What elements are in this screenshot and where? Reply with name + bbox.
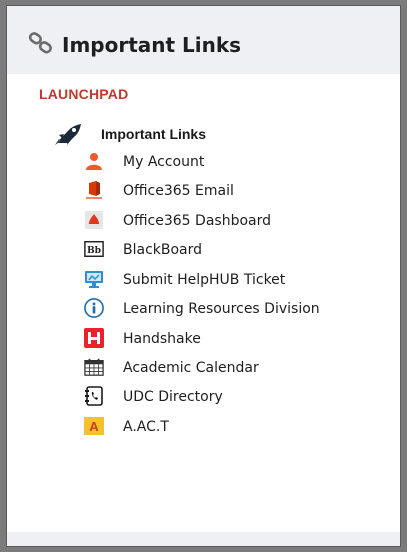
rocket-icon [53, 122, 83, 146]
panel-header: Important Links [7, 6, 400, 75]
phone-book-icon [84, 386, 104, 406]
calendar-icon [84, 357, 104, 377]
link-udc-directory[interactable]: UDC Directory [7, 382, 400, 411]
link-label: A.AC.T [123, 419, 169, 435]
svg-text:Bb: Bb [87, 245, 101, 256]
link-academic-calendar[interactable]: Academic Calendar [7, 353, 400, 382]
link-aact[interactable]: A A.AC.T [7, 412, 400, 441]
link-office365-email[interactable]: Office365 Email [7, 176, 400, 205]
link-learning-resources[interactable]: Learning Resources Division [7, 294, 400, 323]
link-blackboard[interactable]: Bb BlackBoard [7, 235, 400, 264]
link-label: Submit HelpHUB Ticket [123, 272, 286, 288]
link-chain-icon [28, 32, 54, 54]
link-label: Office365 Dashboard [123, 213, 271, 229]
monitor-icon [84, 269, 104, 289]
link-label: Office365 Email [123, 183, 234, 199]
link-handshake[interactable]: Handshake [7, 324, 400, 353]
panel-footer [7, 532, 400, 546]
info-icon [84, 298, 104, 318]
link-label: Handshake [123, 331, 201, 347]
panel-title: Important Links [62, 33, 242, 57]
launchpad-section[interactable]: LAUNCHPAD [7, 74, 400, 115]
svg-text:A: A [89, 419, 99, 434]
link-label: My Account [123, 154, 205, 170]
link-office365-dashboard[interactable]: Office365 Dashboard [7, 206, 400, 235]
blackboard-icon: Bb [84, 239, 104, 259]
launchpad-label: LAUNCHPAD [39, 86, 129, 102]
link-helphub-ticket[interactable]: Submit HelpHUB Ticket [7, 265, 400, 294]
user-icon [84, 151, 104, 171]
link-label: BlackBoard [123, 242, 203, 258]
handshake-icon [84, 328, 104, 348]
link-label: Learning Resources Division [123, 301, 320, 317]
group-important-links[interactable]: Important Links [7, 120, 400, 148]
link-label: Academic Calendar [123, 360, 259, 376]
aact-icon: A [84, 416, 104, 436]
link-label: UDC Directory [123, 389, 223, 405]
office365-icon [84, 180, 104, 200]
office365-dashboard-icon [84, 210, 104, 230]
link-my-account[interactable]: My Account [7, 147, 400, 176]
important-links-panel: Important Links LAUNCHPAD Important Link… [6, 5, 401, 547]
group-label: Important Links [101, 126, 207, 142]
links-tree: Important Links My Account Office365 Ema… [7, 114, 400, 546]
